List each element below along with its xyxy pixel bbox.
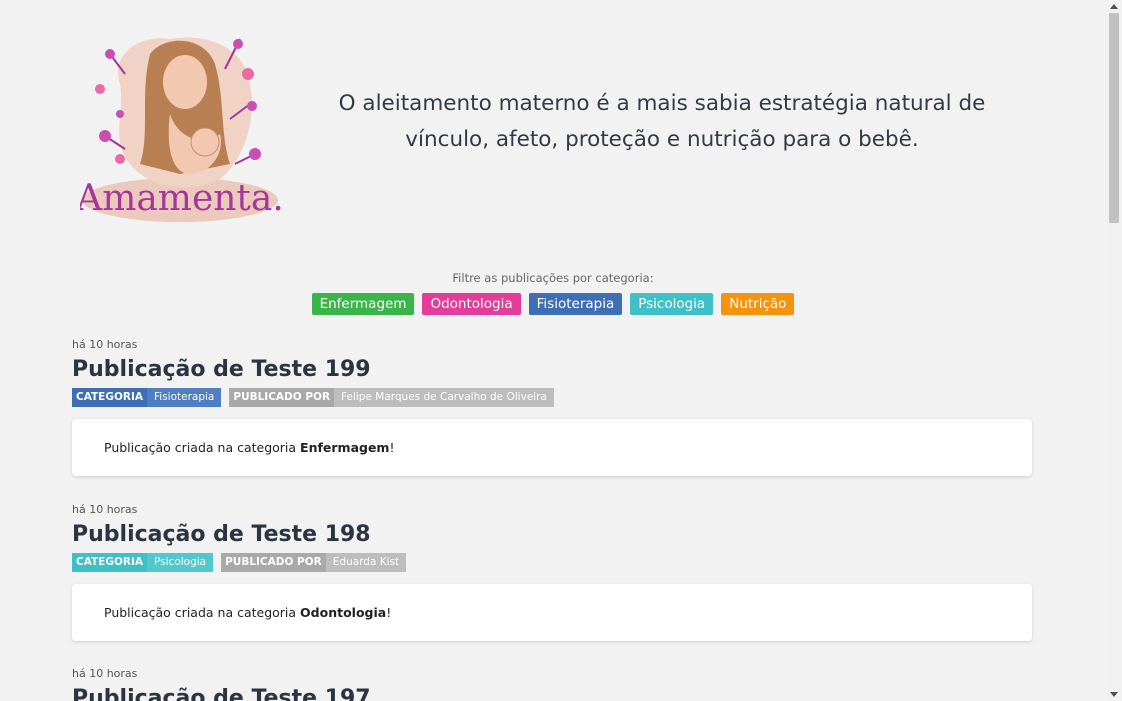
filter-label: Filtre as publicações por categoria:	[452, 271, 654, 285]
amamenta-logo[interactable]: Amamenta.	[80, 14, 286, 226]
tagline-line-2: vínculo, afeto, proteção e nutrição para…	[405, 127, 919, 152]
post-body-prefix: Publicação criada na categoria	[104, 440, 301, 455]
post-body-suffix: !	[386, 605, 392, 620]
category-key: CATEGORIA	[72, 553, 148, 572]
page: Amamenta. O aleitamento materno é a mais…	[0, 0, 1106, 701]
post-card[interactable]: Publicação criada na categoria Enfermage…	[72, 419, 1032, 476]
post-time: há 10 horas	[72, 667, 138, 680]
tagline-line-1: O aleitamento materno é a mais sabia est…	[338, 91, 986, 116]
post-title[interactable]: Publicação de Teste 198	[72, 520, 1032, 550]
filter-button-nutricao[interactable]: Nutrição	[721, 293, 795, 315]
author-key: PUBLICADO POR	[229, 388, 335, 407]
author-key: PUBLICADO POR	[221, 553, 326, 572]
post-card[interactable]: Publicação criada na categoria Odontolog…	[72, 584, 1032, 641]
category-value: Fisioterapia	[147, 388, 222, 407]
post-time: há 10 horas	[72, 338, 138, 351]
scroll-down-icon[interactable]	[1110, 692, 1118, 697]
category-key: CATEGORIA	[72, 388, 148, 407]
author-value: Eduarda Kist	[325, 553, 407, 572]
category-tag[interactable]: CATEGORIA Fisioterapia	[72, 388, 222, 407]
post-meta: CATEGORIA Fisioterapia PUBLICADO POR Fel…	[72, 388, 1032, 407]
vertical-scrollbar[interactable]	[1106, 0, 1122, 701]
post-item: há 10 horas Publicação de Teste 198 CATE…	[72, 503, 1032, 641]
logo-text: Amamenta.	[80, 178, 284, 219]
scroll-up-icon[interactable]	[1110, 4, 1118, 9]
author-tag: PUBLICADO POR Felipe Marques de Carvalho…	[229, 388, 554, 407]
post-body-prefix: Publicação criada na categoria	[104, 605, 301, 620]
category-value: Psicologia	[147, 553, 214, 572]
filter-button-fisioterapia[interactable]: Fisioterapia	[528, 293, 623, 315]
author-tag: PUBLICADO POR Eduarda Kist	[221, 553, 407, 572]
post-meta: CATEGORIA Psicologia PUBLICADO POR Eduar…	[72, 553, 1032, 572]
category-tag[interactable]: CATEGORIA Psicologia	[72, 553, 214, 572]
tagline: O aleitamento materno é a mais sabia est…	[330, 86, 994, 158]
post-title[interactable]: Publicação de Teste 199	[72, 355, 1032, 385]
filter-button-enfermagem[interactable]: Enfermagem	[311, 293, 415, 315]
post-body-suffix: !	[389, 440, 395, 455]
filter-button-psicologia[interactable]: Psicologia	[630, 293, 714, 315]
post-item: há 10 horas Publicação de Teste 197	[72, 667, 1032, 701]
post-item: há 10 horas Publicação de Teste 199 CATE…	[72, 338, 1032, 476]
scroll-thumb[interactable]	[1109, 13, 1119, 223]
post-title[interactable]: Publicação de Teste 197	[72, 684, 1032, 701]
post-body-category: Odontologia	[300, 605, 387, 620]
post-time: há 10 horas	[72, 503, 138, 516]
post-body-category: Enfermagem	[300, 440, 390, 455]
category-filters: Enfermagem Odontologia Fisioterapia Psic…	[0, 293, 1106, 315]
author-value: Felipe Marques de Carvalho de Oliveira	[334, 388, 554, 407]
filter-button-odontologia[interactable]: Odontologia	[422, 293, 521, 315]
